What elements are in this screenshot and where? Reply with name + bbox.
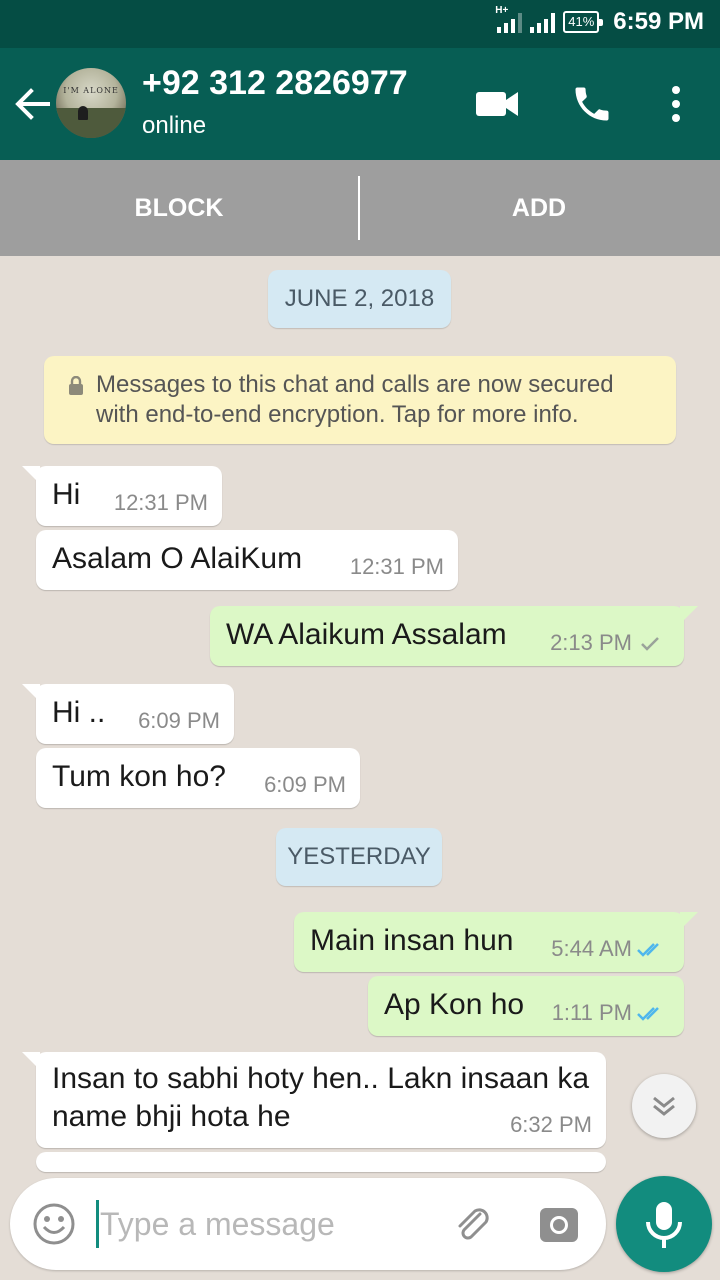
sent-check-icon (641, 637, 659, 651)
read-double-check-icon (637, 943, 659, 957)
chat-header: I'M ALONE +92 312 2826977 online (0, 48, 720, 160)
voice-call-icon[interactable] (570, 82, 614, 126)
back-arrow-icon[interactable] (12, 84, 52, 124)
message-bubble-outgoing[interactable]: Ap Kon ho 1:11 PM (368, 976, 684, 1036)
message-text: Main insan hun (310, 924, 514, 957)
message-text: Hi (52, 478, 81, 511)
more-options-icon[interactable] (660, 82, 692, 126)
message-time: 6:09 PM (264, 772, 346, 797)
message-time: 2:13 PM (550, 630, 632, 655)
date-chip: YESTERDAY (276, 828, 442, 886)
voice-message-button[interactable] (616, 1176, 712, 1272)
contact-name[interactable]: +92 312 2826977 (142, 64, 408, 103)
camera-icon[interactable] (536, 1202, 582, 1246)
message-bubble-incoming-partial[interactable] (36, 1152, 606, 1172)
unknown-contact-actions: BLOCK ADD (0, 160, 720, 256)
message-text: Tum kon ho? (52, 760, 226, 793)
battery-icon: 41% (563, 11, 604, 33)
status-bar: H+ 41% 6:59 PM (0, 0, 720, 48)
encryption-notice[interactable]: Messages to this chat and calls are now … (44, 356, 676, 444)
mobile-data-signal-icon: H+ (495, 5, 523, 33)
message-text: Ap Kon ho (384, 988, 525, 1021)
message-time: 1:11 PM (551, 1000, 632, 1025)
message-text: WA Alaikum Assalam (226, 618, 507, 651)
emoji-icon[interactable] (32, 1202, 76, 1246)
message-bubble-incoming[interactable]: Insan to sabhi hoty hen.. Lakn insaan ka… (22, 1052, 606, 1148)
text-cursor (96, 1200, 99, 1248)
message-bubble-incoming[interactable]: Hi 12:31 PM (22, 466, 222, 526)
message-bubble-incoming[interactable]: Asalam O AlaiKum 12:31 PM (36, 530, 458, 590)
message-bubble-outgoing[interactable]: Main insan hun 5:44 AM (294, 912, 698, 972)
status-clock: 6:59 PM (613, 8, 704, 35)
message-text: Asalam O AlaiKum (52, 542, 303, 575)
message-time: 6:09 PM (138, 708, 220, 733)
contact-avatar[interactable]: I'M ALONE (56, 68, 126, 138)
video-call-icon[interactable] (474, 86, 520, 122)
encryption-notice-text: Messages to this chat and calls are now … (96, 371, 614, 428)
microphone-icon (646, 1202, 682, 1248)
message-time: 12:31 PM (349, 554, 444, 579)
contact-status: online (142, 112, 207, 139)
battery-level: 41% (568, 14, 595, 29)
attachment-paperclip-icon[interactable] (450, 1202, 494, 1246)
read-double-check-icon (637, 1007, 659, 1021)
message-time: 12:31 PM (113, 490, 208, 515)
lock-icon (69, 376, 83, 395)
date-chip: JUNE 2, 2018 (268, 270, 451, 328)
network-type-label: H+ (495, 5, 509, 16)
message-time: 6:32 PM (510, 1112, 592, 1137)
avatar-image-text: I'M ALONE (63, 86, 119, 95)
message-bubble-outgoing[interactable]: WA Alaikum Assalam 2:13 PM (210, 606, 698, 666)
scroll-to-bottom-button[interactable] (632, 1074, 696, 1138)
message-text: Hi .. (52, 696, 106, 729)
message-input[interactable]: Type a message (100, 1206, 335, 1243)
signal-strength-icon (530, 11, 556, 33)
message-composer: Type a message (10, 1178, 606, 1270)
double-chevron-down-icon (653, 1096, 675, 1116)
message-bubble-incoming[interactable]: Tum kon ho? 6:09 PM (36, 748, 360, 808)
add-contact-button[interactable]: ADD (360, 160, 718, 256)
message-bubble-incoming[interactable]: Hi .. 6:09 PM (22, 684, 234, 744)
message-time: 5:44 AM (551, 936, 632, 961)
block-button[interactable]: BLOCK (0, 160, 358, 256)
